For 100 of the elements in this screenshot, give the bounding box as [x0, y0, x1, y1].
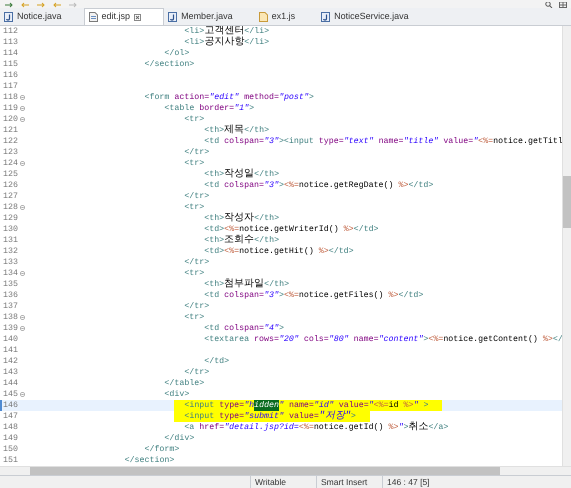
- fold-icon[interactable]: [20, 205, 25, 210]
- code-token: "1": [234, 103, 250, 114]
- code-token: </td>: [354, 224, 379, 235]
- code-token: <li>: [184, 37, 204, 48]
- java-file-icon: [168, 12, 178, 22]
- code-token: "edit": [209, 92, 240, 103]
- line-number: 135: [2, 279, 19, 290]
- code-token: </a>: [428, 422, 448, 433]
- code-token: <td: [204, 180, 220, 191]
- editor-tab[interactable]: Notice.java: [0, 8, 84, 25]
- code-token: notice.getFiles(): [298, 290, 385, 301]
- code-token: "id": [314, 400, 334, 410]
- line-number: 145: [2, 389, 19, 400]
- code-token: ": [398, 422, 404, 433]
- vertical-scrollbar[interactable]: [562, 26, 571, 466]
- code-token: <textarea: [204, 334, 250, 345]
- code-token: <%=: [298, 422, 314, 433]
- code-token: >: [350, 411, 356, 422]
- line-number: 139: [2, 323, 19, 334]
- line-number: 126: [2, 180, 19, 191]
- arrow-icon[interactable]: [36, 2, 46, 8]
- code-token: colspan=: [224, 323, 264, 334]
- line-number: 121: [2, 125, 19, 136]
- close-icon[interactable]: [134, 14, 142, 20]
- arrow-icon[interactable]: [52, 2, 62, 8]
- fold-icon[interactable]: [20, 95, 25, 100]
- line-number: 125: [2, 169, 19, 180]
- line-number: 148: [2, 422, 19, 433]
- fold-icon[interactable]: [20, 271, 25, 276]
- code-token: >: [308, 92, 314, 103]
- line-number: 123: [2, 147, 19, 158]
- arrow-icon[interactable]: [4, 2, 14, 8]
- code-token: colspan=: [224, 136, 264, 147]
- line-number: 119: [2, 103, 19, 114]
- code-token: <tr>: [184, 202, 204, 213]
- code-token: >: [423, 400, 428, 411]
- code-token: </tr>: [184, 147, 210, 158]
- fold-icon[interactable]: [20, 392, 25, 397]
- code-token: notice.getId(): [314, 422, 385, 433]
- code-token: </td>: [204, 356, 230, 367]
- scroll-thumb[interactable]: [563, 176, 571, 228]
- code-token: id: [388, 400, 400, 411]
- code-token: </li>: [244, 26, 270, 36]
- fold-icon[interactable]: [20, 106, 25, 111]
- editor-tab[interactable]: ex1.js: [254, 8, 318, 25]
- line-number: 136: [2, 290, 19, 301]
- line-number: 114: [2, 48, 19, 59]
- scroll-thumb[interactable]: [30, 467, 500, 475]
- code-token: </tr>: [184, 367, 210, 378]
- code-token: <div>: [164, 389, 190, 400]
- code-token: <%=: [374, 400, 389, 411]
- code-token: >: [278, 323, 284, 334]
- code-token: 공지사항: [204, 37, 244, 48]
- code-token: 조회수: [224, 235, 254, 246]
- fold-icon[interactable]: [20, 315, 25, 320]
- code-token: <%=: [284, 180, 299, 191]
- code-token: name=: [354, 334, 379, 345]
- line-number: 142: [2, 356, 19, 367]
- code-token: 작성자: [224, 213, 254, 224]
- page-file-icon: [88, 12, 98, 22]
- code-token: </section>: [124, 455, 174, 466]
- code-token: type=: [318, 136, 344, 147]
- status-text: Writable: [250, 476, 316, 488]
- arrow-icon[interactable]: [20, 2, 30, 8]
- code-token: notice.getRegDate(): [298, 180, 394, 191]
- grid-icon[interactable]: [559, 2, 567, 8]
- code-token: </th>: [244, 125, 270, 136]
- line-number: 118: [2, 92, 19, 103]
- fold-icon[interactable]: [20, 326, 25, 331]
- line-number: 115: [2, 59, 19, 70]
- code-token: name=: [288, 400, 314, 411]
- code-token: "detail.jsp?id=: [224, 422, 299, 433]
- fold-icon[interactable]: [20, 117, 25, 122]
- code-token: </form>: [144, 444, 180, 455]
- code-token: value=: [288, 411, 319, 422]
- editor-tab[interactable]: Member.java: [164, 8, 255, 25]
- line-number: 120: [2, 114, 19, 125]
- code-token: <td>: [204, 224, 224, 235]
- horizontal-scrollbar[interactable]: [0, 466, 571, 475]
- line-number: 132: [2, 246, 19, 257]
- fold-icon[interactable]: [20, 161, 25, 166]
- code-token: <td>: [204, 246, 224, 257]
- code-token: ": [368, 400, 374, 411]
- code-token: "title": [403, 136, 438, 147]
- code-token: "3": [264, 180, 279, 191]
- code-token: <input: [184, 400, 214, 411]
- editor-tab[interactable]: NoticeService.java: [317, 8, 431, 25]
- code-token: 제목: [224, 125, 244, 136]
- java-file-icon: [321, 12, 330, 22]
- line-number: 129: [2, 213, 19, 224]
- code-token: rows=: [254, 334, 279, 345]
- line-number: 116: [2, 70, 19, 81]
- code-token: >: [423, 334, 428, 345]
- search-icon[interactable]: [545, 2, 553, 8]
- code-token: <%=: [224, 246, 240, 257]
- line-number: 122: [2, 136, 19, 147]
- editor-tab[interactable]: edit.jsp: [84, 8, 164, 25]
- code-token: </th>: [264, 279, 290, 290]
- status-text: 146 : 47 [5]: [382, 476, 448, 488]
- code-token: >: [278, 180, 284, 191]
